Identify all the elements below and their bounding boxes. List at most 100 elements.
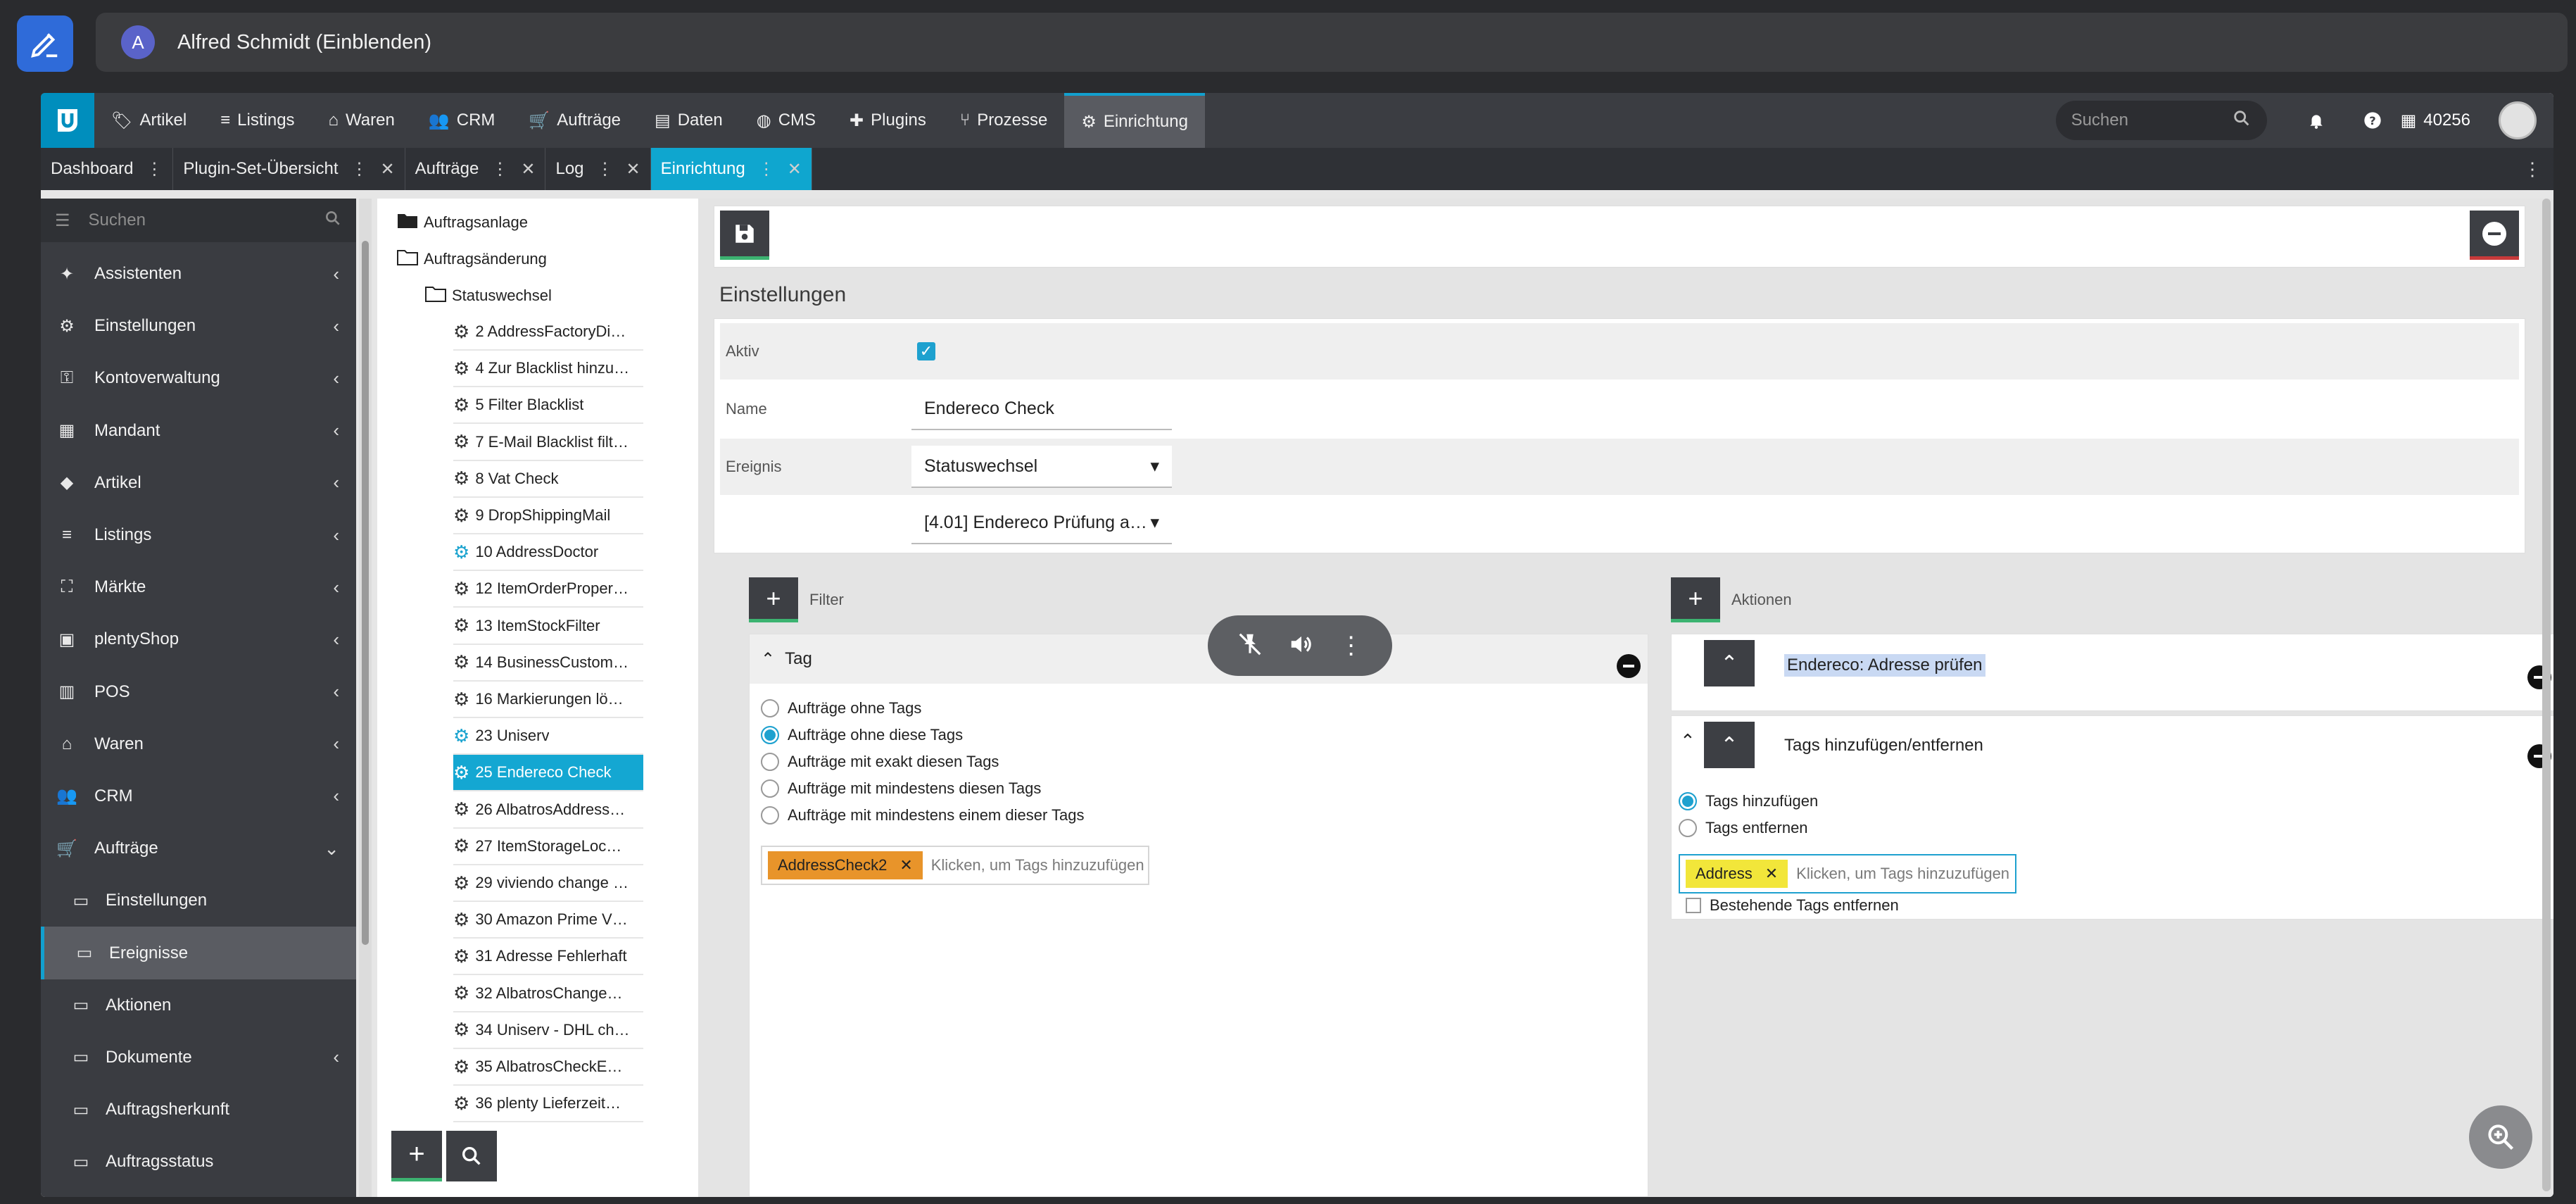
remove-tag-icon[interactable]: ✕: [899, 856, 912, 874]
sidebar-item-assistenten[interactable]: ✦ Assistenten ‹: [41, 248, 356, 300]
tree-event[interactable]: ⚙ 16 Markierungen lö…: [453, 682, 643, 718]
filter-option[interactable]: Aufträge mit mindestens einem dieser Tag…: [761, 806, 1084, 824]
radio-button[interactable]: [1679, 819, 1697, 837]
account-id[interactable]: ▦ 40256: [2401, 111, 2470, 131]
collapse-action-button[interactable]: ⌃: [1704, 722, 1755, 768]
collapse-action-button[interactable]: ⌃: [1704, 640, 1755, 686]
action-option[interactable]: Tags entfernen: [1679, 819, 1808, 837]
delete-event-button[interactable]: [2470, 211, 2519, 260]
unpin-icon[interactable]: [1237, 631, 1263, 661]
name-field[interactable]: Endereco Check: [911, 388, 1172, 430]
sidebar-item-mandant[interactable]: ▦ Mandant ‹: [41, 405, 356, 457]
ereignis-select[interactable]: Statuswechsel ▾: [911, 446, 1172, 488]
tree-event[interactable]: ⚙ 4 Zur Blacklist hinzu…: [453, 351, 643, 388]
tree-event[interactable]: ⚙ 36 plenty Lieferzeit…: [453, 1086, 643, 1123]
tab-menu-icon[interactable]: ⋮: [351, 159, 368, 180]
plenty-logo-icon[interactable]: [41, 93, 94, 148]
tree-event-selected[interactable]: ⚙ 25 Endereco Check: [453, 755, 643, 792]
user-avatar[interactable]: [2499, 101, 2537, 139]
sidebar-item-pos[interactable]: ▥ POS ‹: [41, 666, 356, 718]
remove-tag-icon[interactable]: ✕: [1765, 865, 1778, 883]
tag-chip[interactable]: Address ✕: [1686, 860, 1788, 888]
tab-auftraege[interactable]: Aufträge ⋮ ✕: [405, 148, 546, 190]
nav-crm[interactable]: 👥 CRM: [412, 93, 512, 148]
remove-filter-button[interactable]: [1617, 654, 1641, 678]
tree-folder-auftragsanlage[interactable]: Auftragsanlage: [397, 204, 528, 241]
nav-prozesse[interactable]: ⑂ Prozesse: [943, 93, 1064, 148]
sidebar-subitem-auftragsherkunft[interactable]: ▭ Auftragsherkunft: [41, 1084, 356, 1136]
tag-chip[interactable]: AddressCheck2 ✕: [768, 851, 923, 879]
radio-button[interactable]: [761, 753, 779, 771]
filter-option[interactable]: Aufträge ohne Tags: [761, 699, 921, 717]
sidebar-subitem-aktionen[interactable]: ▭ Aktionen: [41, 979, 356, 1031]
checkbox[interactable]: [1686, 898, 1701, 913]
tree-event[interactable]: ⚙ 30 Amazon Prime V…: [453, 902, 643, 939]
tree-event[interactable]: ⚙ 5 Filter Blacklist: [453, 387, 643, 425]
add-filter-button[interactable]: +: [749, 577, 798, 622]
search-tree-button[interactable]: [446, 1131, 497, 1181]
nav-auftraege[interactable]: 🛒 Aufträge: [512, 93, 638, 148]
action-tag-input[interactable]: Address ✕ Klicken, um Tags hinzuzufügen: [1679, 854, 2016, 893]
add-event-button[interactable]: +: [391, 1131, 442, 1181]
close-icon[interactable]: ✕: [521, 159, 535, 180]
more-options-icon[interactable]: ⋮: [1339, 632, 1363, 660]
page-scrollbar[interactable]: [2542, 199, 2551, 1191]
tree-event[interactable]: ⚙ 9 DropShippingMail: [453, 498, 643, 534]
sidebar-item-einstellungen[interactable]: ⚙ Einstellungen ‹: [41, 300, 356, 352]
close-icon[interactable]: ✕: [381, 159, 395, 180]
action-option[interactable]: Tags hinzufügen: [1679, 792, 1818, 810]
sidebar-item-plentyshop[interactable]: ▣ plentyShop ‹: [41, 613, 356, 665]
tab-dashboard[interactable]: Dashboard ⋮: [41, 148, 174, 190]
sidebar-item-waren[interactable]: ⌂ Waren ‹: [41, 718, 356, 770]
tab-einrichtung[interactable]: Einrichtung ⋮ ✕: [650, 148, 812, 190]
scrollbar-thumb[interactable]: [362, 241, 369, 945]
tree-event[interactable]: ⚙ 13 ItemStockFilter: [453, 608, 643, 645]
sidebar-subitem-ereignisse[interactable]: ▭ Ereignisse: [41, 927, 356, 979]
filter-option[interactable]: Aufträge mit mindestens diesen Tags: [761, 779, 1041, 798]
nav-plugins[interactable]: ✚ Plugins: [833, 93, 943, 148]
tab-log[interactable]: Log ⋮ ✕: [545, 148, 651, 190]
radio-button[interactable]: [761, 779, 779, 798]
nav-einrichtung[interactable]: ⚙ Einrichtung: [1064, 93, 1205, 148]
tree-event[interactable]: ⚙ 2 AddressFactoryDi…: [453, 314, 643, 351]
radio-button-selected[interactable]: [761, 726, 779, 744]
sidebar-search-input[interactable]: ☰ Suchen: [41, 199, 356, 242]
speaker-icon[interactable]: [1288, 631, 1315, 661]
pen-app-icon[interactable]: [17, 15, 73, 72]
chevron-up-icon[interactable]: ⌃: [1680, 730, 1696, 752]
tab-menu-icon[interactable]: ⋮: [146, 159, 163, 180]
filter-option[interactable]: Aufträge mit exakt diesen Tags: [761, 753, 999, 771]
sidebar-scrollbar[interactable]: [359, 199, 372, 1197]
add-action-button[interactable]: +: [1671, 577, 1720, 622]
tree-event[interactable]: ⚙ 14 BusinessCustom…: [453, 645, 643, 682]
sidebar-item-kontoverwaltung[interactable]: ⚿ Kontoverwaltung ‹: [41, 352, 356, 404]
sidebar-item-listings[interactable]: ≡ Listings ‹: [41, 509, 356, 561]
tree-event[interactable]: ⚙ 7 E-Mail Blacklist filt…: [453, 425, 643, 461]
sidebar-item-maerkte[interactable]: ⛶ Märkte ‹: [41, 561, 356, 613]
filter-option[interactable]: Aufträge ohne diese Tags: [761, 726, 963, 744]
close-icon[interactable]: ✕: [788, 159, 802, 180]
tree-event[interactable]: ⚙ 12 ItemOrderProper…: [453, 571, 643, 608]
sidebar-item-crm[interactable]: 👥 CRM ‹: [41, 770, 356, 822]
tree-folder-auftragsaenderung[interactable]: Auftragsänderung: [397, 241, 547, 277]
tree-event[interactable]: ⚙ 8 Vat Check: [453, 461, 643, 498]
radio-button-selected[interactable]: [1679, 792, 1697, 810]
save-button[interactable]: [720, 211, 769, 260]
participant-bar[interactable]: A Alfred Schmidt (Einblenden): [96, 13, 2568, 72]
status-select[interactable]: [4.01] Endereco Prüfung a… ▾: [911, 502, 1172, 544]
tree-event[interactable]: ⚙ 32 AlbatrosChange…: [453, 976, 643, 1012]
help-icon[interactable]: ?: [2344, 93, 2401, 148]
tab-menu-icon[interactable]: ⋮: [597, 159, 614, 180]
tree-event[interactable]: ⚙ 26 AlbatrosAddress…: [453, 792, 643, 829]
tab-menu-icon[interactable]: ⋮: [758, 159, 775, 180]
sidebar-subitem-dokumente[interactable]: ▭ Dokumente ‹: [41, 1031, 356, 1084]
sidebar-item-artikel[interactable]: ◆ Artikel ‹: [41, 457, 356, 509]
filter-tag-input[interactable]: AddressCheck2 ✕ Klicken, um Tags hinzuzuf…: [761, 846, 1149, 885]
tag-filter-header[interactable]: ⌃ Tag: [750, 634, 1648, 684]
sidebar-subitem-einstellungen[interactable]: ▭ Einstellungen: [41, 874, 356, 927]
nav-listings[interactable]: ≡ Listings: [203, 93, 311, 148]
tree-event[interactable]: ⚙ 27 ItemStorageLoc…: [453, 829, 643, 865]
remove-existing-tags-option[interactable]: Bestehende Tags entfernen: [1686, 896, 1899, 915]
radio-button[interactable]: [761, 699, 779, 717]
radio-button[interactable]: [761, 806, 779, 824]
